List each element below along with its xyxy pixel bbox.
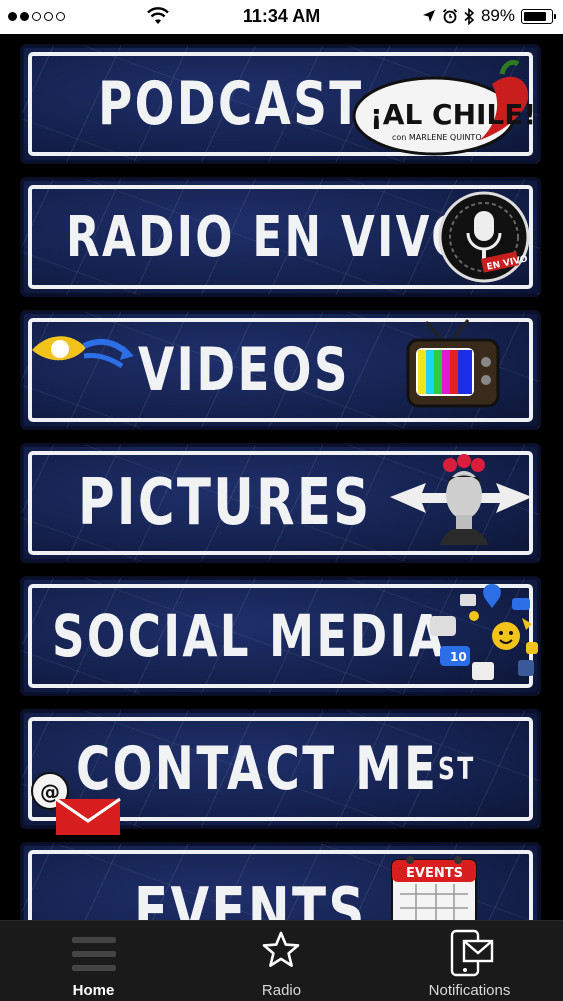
microphone-badge-icon: EN VIVO [438,191,530,283]
retro-tv-icon [406,319,500,408]
star-icon [262,931,300,967]
hamburger-icon [72,937,116,971]
al-chile-sub: con MARLENE QUINTO [392,133,482,142]
bluetooth-icon [464,7,475,25]
alarm-icon [442,8,458,24]
battery-percent: 89% [480,6,515,25]
tab-radio[interactable]: Radio [188,921,375,1001]
main-menu: PODCAST ¡AL CHILE! con MARLENE QUINTO RA… [0,34,563,920]
menu-item-social-media[interactable]: SOCIAL MEDIA 10 [20,576,541,696]
menu-item-label: PODCAST [98,69,364,139]
menu-item-videos[interactable]: VIDEOS [20,310,541,430]
menu-item-contact-me[interactable]: CONTACT ME ST @ [20,709,541,835]
tab-notifications[interactable]: Notifications [376,921,563,1001]
al-chile-logo-icon: ¡AL CHILE! con MARLENE QUINTO [352,59,536,156]
menu-item-label: RADIO EN VIVO [66,204,471,270]
bottom-tab-bar: Home Radio Notifications [0,920,563,1001]
tab-home[interactable]: Home [0,921,187,1001]
tab-label: Home [72,982,115,999]
tab-label: Radio [261,982,302,999]
battery-icon [521,8,556,24]
menu-item-label: CONTACT ME [76,734,439,804]
social-count-badge: 10 [450,650,467,664]
location-arrow-icon [422,10,435,22]
menu-item-label: PICTURES [78,466,372,540]
phone-envelope-icon [450,929,494,977]
tab-label: Notifications [428,982,511,999]
menu-item-label: VIDEOS [138,335,350,405]
status-bar: 11:34 AM 89% [0,0,563,34]
frida-portrait-icon [390,454,532,545]
menu-item-events[interactable]: EVENTS EVENTS [20,842,541,920]
al-chile-text: ¡AL CHILE! [370,98,536,131]
menu-item-label: EVENTS [134,875,367,920]
menu-item-podcast[interactable]: PODCAST ¡AL CHILE! con MARLENE QUINTO [20,44,541,164]
menu-item-pictures[interactable]: PICTURES [20,443,541,563]
menu-item-label: SOCIAL MEDIA [52,602,447,670]
menu-item-radio-en-vivo[interactable]: RADIO EN VIVO EN VIVO [20,177,541,297]
eye-arrows-icon [32,336,134,369]
street-suffix: ST [438,751,476,787]
email-envelope-icon: @ [31,772,121,835]
events-calendar-icon: EVENTS [391,856,477,920]
events-calendar-text: EVENTS [406,866,463,881]
social-icons-cluster-icon: 10 [430,584,538,680]
